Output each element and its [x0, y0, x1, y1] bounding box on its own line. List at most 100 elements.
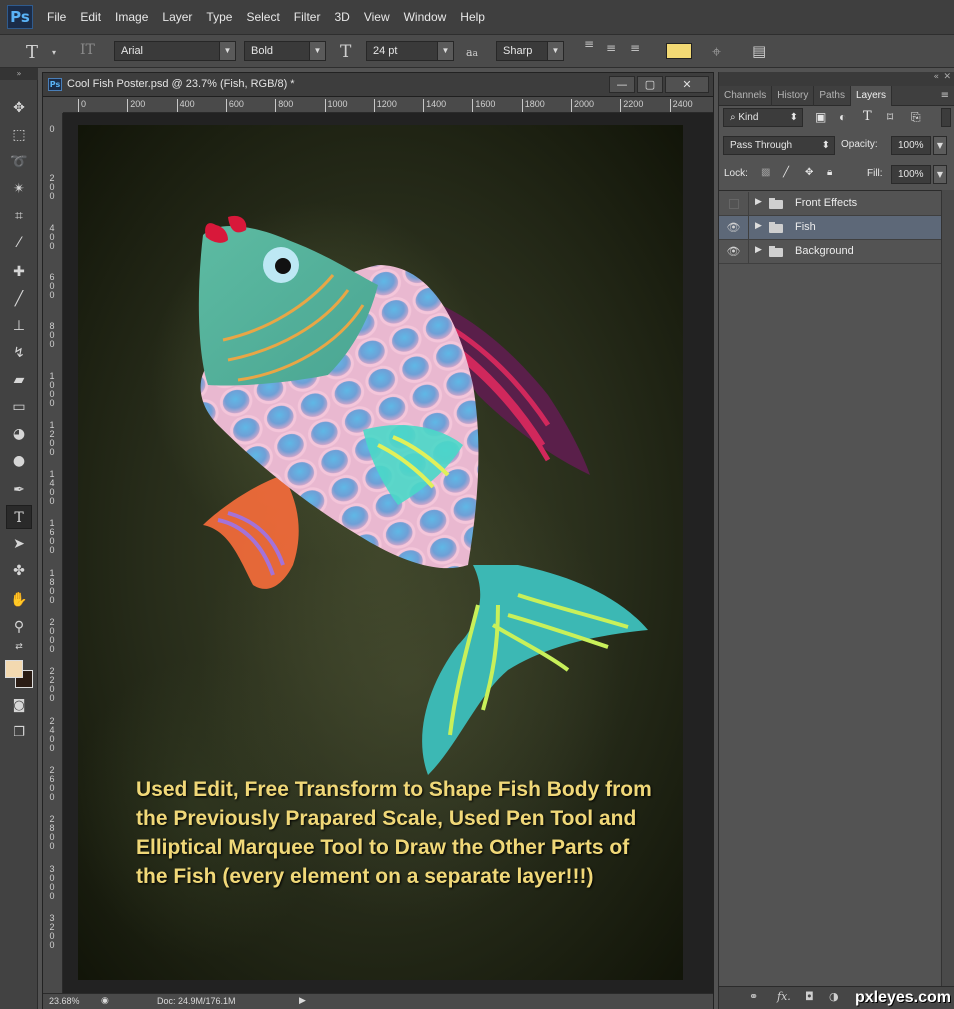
- tab-channels[interactable]: Channels: [719, 86, 773, 106]
- close-panel-icon[interactable]: ✕: [943, 72, 951, 82]
- eraser-tool-icon[interactable]: ▰: [6, 368, 32, 392]
- menu-filter[interactable]: Filter: [294, 10, 321, 24]
- tab-history[interactable]: History: [772, 86, 815, 106]
- character-panel-icon[interactable]: ▤: [752, 42, 766, 60]
- eye-icon[interactable]: 👁︎: [719, 240, 749, 264]
- status-info-icon[interactable]: ◉: [101, 995, 109, 1006]
- filter-shape-icon[interactable]: ⌑: [887, 110, 893, 124]
- font-family-select[interactable]: Arial ▼: [114, 41, 236, 61]
- menu-image[interactable]: Image: [115, 10, 148, 24]
- menu-help[interactable]: Help: [460, 10, 485, 24]
- opacity-input[interactable]: 100%: [891, 136, 931, 155]
- fill-dropdown-button[interactable]: ▼: [933, 165, 947, 184]
- anti-alias-select[interactable]: Sharp ▼: [496, 41, 564, 61]
- blur-tool-icon[interactable]: ◕: [6, 422, 32, 446]
- collapse-panel-icon[interactable]: «: [933, 72, 939, 82]
- marquee-tool-icon[interactable]: ⬚: [6, 123, 32, 147]
- mask-icon[interactable]: ◘: [805, 990, 814, 1003]
- maximize-button[interactable]: ▢: [637, 76, 663, 93]
- close-button[interactable]: ✕: [665, 76, 709, 93]
- lasso-tool-icon[interactable]: ➰: [6, 150, 32, 174]
- align-right-icon[interactable]: ≡: [630, 41, 640, 55]
- filter-pixel-icon[interactable]: ▣: [815, 110, 826, 124]
- menu-edit[interactable]: Edit: [80, 10, 101, 24]
- align-center-icon[interactable]: ≡: [606, 41, 616, 55]
- panel-menu-icon[interactable]: ≡: [941, 86, 954, 105]
- app-logo: Ps: [7, 5, 33, 29]
- layer-row[interactable]: 👁︎ ▶ Background: [719, 240, 941, 264]
- lock-image-icon[interactable]: ╱: [783, 167, 789, 178]
- tab-paths[interactable]: Paths: [814, 86, 851, 106]
- filter-type-icon[interactable]: T: [863, 109, 872, 124]
- expand-triangle-icon[interactable]: ▶: [755, 221, 762, 231]
- filter-adjustment-icon[interactable]: ◐: [839, 110, 846, 124]
- tab-layers[interactable]: Layers: [850, 86, 892, 106]
- font-size-select[interactable]: 24 pt ▼: [366, 41, 454, 61]
- magic-wand-tool-icon[interactable]: ✴: [6, 177, 32, 201]
- type-tool-preset-icon[interactable]: T: [26, 42, 38, 63]
- type-tool-icon[interactable]: T: [6, 505, 32, 529]
- font-style-select[interactable]: Bold ▼: [244, 41, 326, 61]
- eyedropper-tool-icon[interactable]: ⁄: [6, 231, 32, 255]
- crop-tool-icon[interactable]: ⌗: [6, 204, 32, 228]
- custom-shape-tool-icon[interactable]: ✤: [6, 559, 32, 583]
- quick-mask-icon[interactable]: ◙: [6, 694, 32, 718]
- dodge-tool-icon[interactable]: ●: [6, 449, 32, 473]
- expand-triangle-icon[interactable]: ▶: [755, 245, 762, 255]
- expand-triangle-icon[interactable]: ▶: [755, 197, 762, 207]
- menu-file[interactable]: File: [47, 10, 66, 24]
- hand-tool-icon[interactable]: ✋: [6, 588, 32, 612]
- layers-scrollbar[interactable]: [941, 190, 954, 986]
- gradient-tool-icon[interactable]: ▭: [6, 395, 32, 419]
- fx-icon[interactable]: fx.: [777, 990, 791, 1003]
- status-menu-arrow-icon[interactable]: ▶: [299, 995, 306, 1006]
- filter-toggle-switch[interactable]: [941, 108, 951, 127]
- align-left-icon[interactable]: ≡: [584, 38, 600, 59]
- eye-icon[interactable]: 👁︎: [719, 216, 749, 240]
- document-titlebar[interactable]: Ps Cool Fish Poster.psd @ 23.7% (Fish, R…: [43, 73, 713, 97]
- move-tool-icon[interactable]: ✥: [6, 96, 32, 120]
- lock-transparent-icon[interactable]: ▩: [761, 167, 770, 178]
- filter-smart-object-icon[interactable]: ⎘: [911, 110, 921, 125]
- pen-tool-icon[interactable]: ✒: [6, 478, 32, 502]
- path-selection-tool-icon[interactable]: ➤: [6, 532, 32, 556]
- layer-filter-select[interactable]: ⌕ Kind ⬍: [723, 108, 803, 127]
- poster-artwork[interactable]: Used Edit, Free Transform to Shape Fish …: [78, 125, 683, 980]
- lock-all-icon[interactable]: 🔒︎: [827, 167, 832, 178]
- warp-text-icon[interactable]: ⌖: [712, 42, 721, 62]
- menu-3d[interactable]: 3D: [334, 10, 349, 24]
- blend-mode-select[interactable]: Pass Through ⬍: [723, 136, 835, 155]
- canvas-area[interactable]: Used Edit, Free Transform to Shape Fish …: [63, 113, 713, 993]
- vertical-ruler[interactable]: 0 200 400 600 800 1000 1200 1400 1600 1800 2000 220…: [43, 113, 63, 993]
- brush-tool-icon[interactable]: ╱: [6, 287, 32, 311]
- text-color-swatch[interactable]: [666, 43, 692, 59]
- healing-brush-tool-icon[interactable]: ✚: [6, 260, 32, 284]
- tools-collapse-icon[interactable]: »: [0, 68, 38, 80]
- layer-visibility-toggle[interactable]: [719, 192, 749, 216]
- clone-stamp-tool-icon[interactable]: ⊥: [6, 314, 32, 338]
- preset-dropdown-icon[interactable]: ▾: [52, 48, 56, 57]
- menu-select[interactable]: Select: [246, 10, 279, 24]
- menu-layer[interactable]: Layer: [162, 10, 192, 24]
- layer-row[interactable]: ▶ Front Effects: [719, 192, 941, 216]
- zoom-tool-icon[interactable]: ⚲: [6, 615, 32, 639]
- menu-window[interactable]: Window: [404, 10, 447, 24]
- menu-view[interactable]: View: [364, 10, 390, 24]
- swap-colors-icon[interactable]: ⇄: [6, 640, 32, 654]
- link-icon[interactable]: ⚭: [749, 990, 758, 1003]
- panel-collapse-strip[interactable]: « ✕: [719, 72, 954, 86]
- layer-row[interactable]: 👁︎ ▶ Fish: [719, 216, 941, 240]
- history-brush-tool-icon[interactable]: ↯: [6, 341, 32, 365]
- screen-mode-icon[interactable]: ❐: [6, 721, 32, 745]
- opacity-dropdown-button[interactable]: ▼: [933, 136, 947, 155]
- zoom-level[interactable]: 23.68%: [49, 996, 80, 1006]
- minimize-button[interactable]: —: [609, 76, 635, 93]
- menu-type[interactable]: Type: [206, 10, 232, 24]
- ruler-origin[interactable]: [43, 97, 63, 113]
- fill-input[interactable]: 100%: [891, 165, 931, 184]
- foreground-color-swatch[interactable]: [5, 660, 23, 678]
- horizontal-ruler[interactable]: 0 200 400 600 800 1000 1200 1400 1600 1800 2000 220…: [63, 97, 713, 113]
- orientation-toggle-icon[interactable]: IT: [80, 42, 95, 58]
- adjustment-icon[interactable]: ◑: [829, 990, 839, 1003]
- lock-position-icon[interactable]: ✥: [805, 167, 813, 178]
